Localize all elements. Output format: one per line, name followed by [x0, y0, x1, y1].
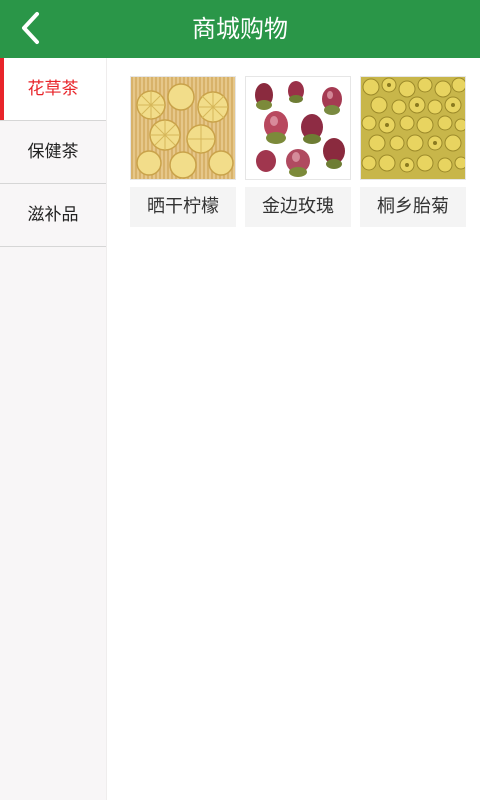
product-card-lemon[interactable]: 晒干柠檬 [130, 76, 236, 227]
product-name: 晒干柠檬 [130, 187, 236, 227]
dried-chrysanthemum-image [360, 76, 466, 180]
product-grid: 晒干柠檬 金边玫瑰 桐乡胎菊 [130, 76, 470, 227]
sidebar-item-flower-tea[interactable]: 花草茶 [0, 58, 106, 121]
product-card-rose[interactable]: 金边玫瑰 [245, 76, 351, 227]
product-name: 金边玫瑰 [245, 187, 351, 227]
app-header: 商城购物 [0, 0, 480, 58]
page-title: 商城购物 [192, 15, 288, 43]
category-sidebar: 花草茶 保健茶 滋补品 [0, 58, 107, 800]
dried-rose-buds-image [245, 76, 351, 180]
dried-lemon-slices-image [130, 76, 236, 180]
product-card-chrysanthemum[interactable]: 桐乡胎菊 [360, 76, 466, 227]
sidebar-item-tonic[interactable]: 滋补品 [0, 184, 106, 247]
product-name: 桐乡胎菊 [360, 187, 466, 227]
sidebar-item-health-tea[interactable]: 保健茶 [0, 121, 106, 184]
